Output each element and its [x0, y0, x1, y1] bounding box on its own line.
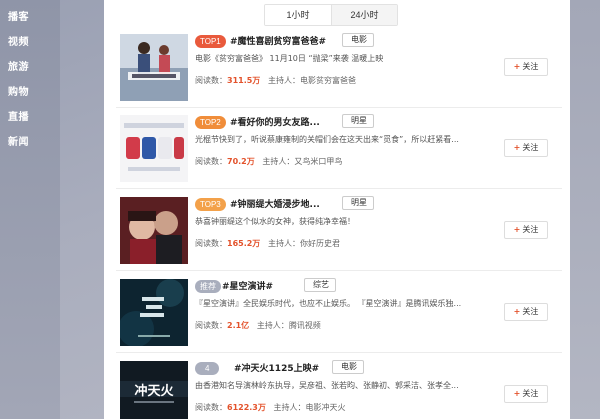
topic-row[interactable]: 推荐 #星空演讲# 综艺 『星空演讲』全民娱乐时代，也应不止娱乐。 『星空演讲』… [116, 273, 562, 353]
reads-count: 2.1亿 [227, 321, 250, 330]
host-name[interactable]: 腾讯视频 [289, 321, 321, 330]
nav-item-live[interactable]: 直播 [8, 108, 29, 123]
background-right [570, 0, 600, 419]
rank-badge: 4 [195, 362, 220, 375]
topic-thumbnail[interactable] [120, 279, 188, 346]
rank-badge: TOP3 [195, 198, 226, 211]
topic-description: 光棍节快到了，听说蔡康雍制的关帽们会在这天出来“觅食”，所以赶紧看... [195, 135, 459, 144]
reads-label: 阅读数： [195, 76, 227, 85]
nav-item-video[interactable]: 视频 [8, 33, 29, 48]
nav-item-travel[interactable]: 旅游 [8, 58, 29, 73]
follow-label: 关注 [522, 225, 539, 234]
rank-badge: TOP2 [195, 116, 226, 129]
host-name[interactable]: 你好历史君 [300, 239, 340, 248]
category-tag: 综艺 [304, 278, 336, 292]
topic-thumbnail[interactable]: 冲天火 [120, 361, 188, 419]
topic-thumbnail[interactable] [120, 197, 188, 264]
reads-label: 阅读数： [195, 157, 227, 166]
follow-label: 关注 [522, 389, 539, 398]
nav-item-news[interactable]: 新闻 [8, 133, 29, 148]
topic-description: 电影《贫穷富爸爸》 11月10日 “抛梁”来袭 温暖上映 [195, 54, 384, 63]
nav-item-podcast[interactable]: 播客 [8, 8, 29, 23]
reads-label: 阅读数： [195, 239, 227, 248]
topic-stats: 阅读数：70.2万 主持人：又鸟米口甲鸟 [195, 156, 342, 167]
host-label: 主持人： [267, 239, 300, 248]
category-tag: 明星 [342, 196, 374, 210]
follow-button[interactable]: + 关注 [504, 303, 548, 321]
host-name[interactable]: 电影冲天火 [306, 403, 346, 412]
topic-row[interactable]: 冲天火 4 #冲天火1125上映# 电影 由香港知名导演林岭东执导，吴彦祖、张若… [116, 355, 562, 419]
topic-panel: 1小时 24小时 TOP1 #魔性喜剧贫穷富爸爸# 电影 电影《贫穷富爸爸》 1… [104, 0, 570, 419]
nav-item-shopping[interactable]: 购物 [8, 83, 29, 98]
topic-title[interactable]: #冲天火1125上映# [234, 361, 319, 374]
tab-1-hour[interactable]: 1小时 [265, 5, 331, 25]
left-nav: 播客 视频 旅游 购物 直播 新闻 [0, 0, 60, 419]
topic-row[interactable]: TOP1 #魔性喜剧贫穷富爸爸# 电影 电影《贫穷富爸爸》 11月10日 “抛梁… [116, 28, 562, 108]
follow-label: 关注 [522, 143, 539, 152]
topic-description: 『星空演讲』全民娱乐时代，也应不止娱乐。 『星空演讲』是腾讯娱乐独... [195, 299, 462, 308]
plus-icon: + [513, 143, 521, 152]
rank-badge: TOP1 [195, 35, 226, 48]
follow-label: 关注 [522, 307, 539, 316]
category-tag: 电影 [342, 33, 374, 47]
topic-description: 恭喜钟丽缇这个似水的女神，获得纯净幸福！ [195, 217, 355, 226]
reads-count: 165.2万 [227, 239, 261, 248]
reads-count: 6122.3万 [227, 403, 266, 412]
host-label: 主持人： [273, 403, 306, 412]
plus-icon: + [513, 389, 521, 398]
host-label: 主持人： [262, 157, 295, 166]
topic-row[interactable]: TOP2 #看好你的男女友路... 明星 光棍节快到了，听说蔡康雍制的关帽们会在… [116, 109, 562, 189]
plus-icon: + [513, 225, 521, 234]
time-tabs: 1小时 24小时 [264, 4, 398, 26]
reads-label: 阅读数： [195, 403, 227, 412]
reads-count: 311.5万 [227, 76, 261, 85]
recommend-badge: 推荐 [195, 280, 221, 293]
reads-count: 70.2万 [227, 157, 255, 166]
reads-label: 阅读数： [195, 321, 227, 330]
host-name[interactable]: 又鸟米口甲鸟 [294, 157, 342, 166]
host-name[interactable]: 电影贫穷富爸爸 [300, 76, 356, 85]
host-label: 主持人： [267, 76, 300, 85]
follow-button[interactable]: + 关注 [504, 139, 548, 157]
category-tag: 明星 [342, 114, 374, 128]
topic-title[interactable]: #星空演讲# [222, 279, 273, 292]
topic-stats: 阅读数：165.2万 主持人：你好历史君 [195, 238, 340, 249]
follow-button[interactable]: + 关注 [504, 58, 548, 76]
svg-text:冲天火: 冲天火 [134, 383, 174, 399]
follow-button[interactable]: + 关注 [504, 385, 548, 403]
topic-stats: 阅读数：6122.3万 主持人：电影冲天火 [195, 402, 346, 413]
plus-icon: + [513, 62, 521, 71]
topic-stats: 阅读数：2.1亿 主持人：腾讯视频 [195, 320, 321, 331]
topic-title[interactable]: #魔性喜剧贫穷富爸爸# [230, 34, 326, 47]
category-tag: 电影 [332, 360, 364, 374]
topic-thumbnail[interactable] [120, 115, 188, 182]
topic-title[interactable]: #钟丽缇大婚浸步地... [230, 197, 320, 210]
topic-description: 由香港知名导演林岭东执导，吴彦祖、张若昀、张静初、郭采洁、张孝全... [195, 381, 459, 390]
topic-row[interactable]: TOP3 #钟丽缇大婚浸步地... 明星 恭喜钟丽缇这个似水的女神，获得纯净幸福… [116, 191, 562, 271]
follow-button[interactable]: + 关注 [504, 221, 548, 239]
topic-thumbnail[interactable] [120, 34, 188, 101]
topic-stats: 阅读数：311.5万 主持人：电影贫穷富爸爸 [195, 75, 356, 86]
follow-label: 关注 [522, 62, 539, 71]
topic-title[interactable]: #看好你的男女友路... [230, 115, 320, 128]
plus-icon: + [513, 307, 521, 316]
tab-24-hours[interactable]: 24小时 [331, 5, 397, 25]
host-label: 主持人： [256, 321, 289, 330]
